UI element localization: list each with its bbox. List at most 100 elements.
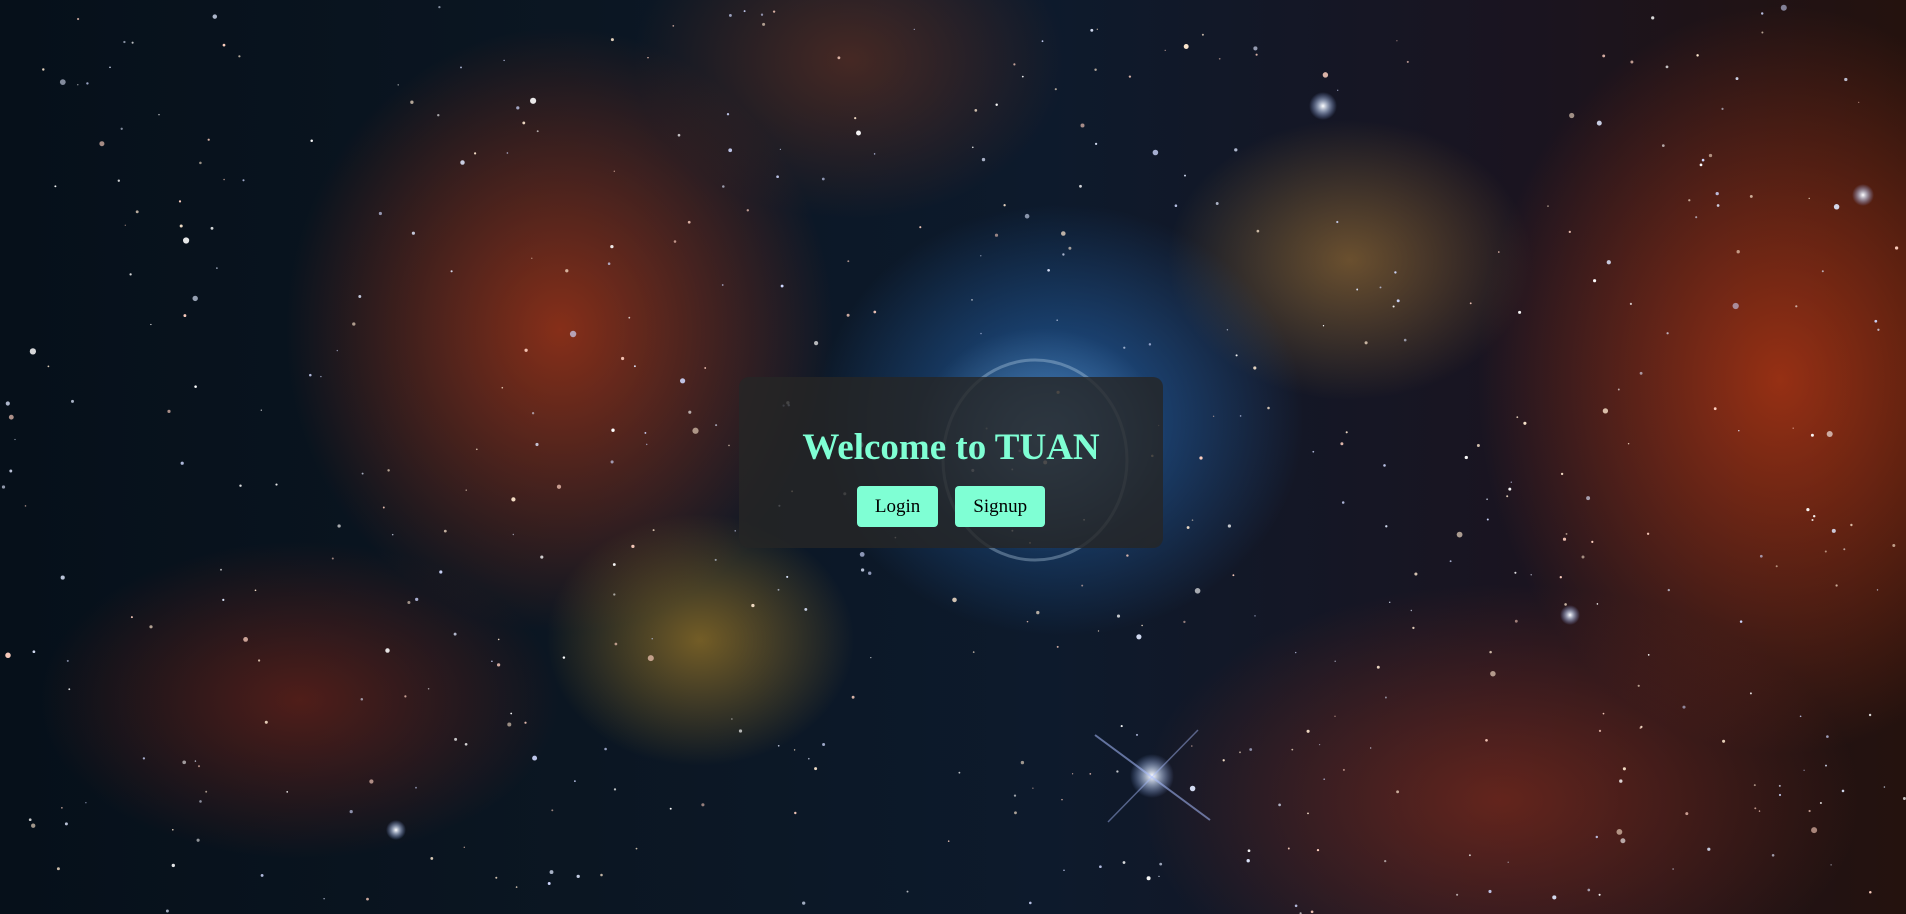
star: [1096, 28, 1098, 30]
star: [1581, 555, 1585, 559]
star: [1685, 812, 1689, 816]
star: [197, 765, 201, 768]
star: [475, 448, 478, 451]
star: [972, 651, 975, 653]
star: [430, 856, 434, 860]
star: [8, 414, 14, 420]
star: [497, 638, 500, 641]
star: [1029, 901, 1032, 905]
star: [242, 179, 245, 182]
star: [1569, 112, 1575, 119]
star: [1661, 144, 1665, 147]
star: [437, 114, 440, 117]
star: [612, 563, 616, 566]
star: [1183, 44, 1189, 49]
star: [556, 484, 562, 489]
star: [952, 597, 957, 603]
star: [814, 767, 818, 771]
star: [454, 737, 458, 741]
star: [1736, 250, 1740, 254]
login-button[interactable]: Login: [856, 486, 939, 527]
star: [199, 800, 202, 803]
star: [192, 295, 198, 302]
star: [1060, 231, 1066, 236]
star: [1749, 194, 1753, 198]
star: [216, 267, 218, 269]
star: [1617, 388, 1620, 391]
star: [450, 270, 453, 273]
star: [1249, 748, 1253, 751]
star: [604, 747, 607, 751]
star: [547, 882, 551, 885]
star: [652, 529, 655, 532]
star: [465, 489, 467, 491]
star: [1063, 869, 1065, 872]
star: [1323, 778, 1326, 781]
star: [243, 637, 249, 642]
star: [522, 121, 526, 125]
star: [1189, 785, 1196, 792]
star: [981, 157, 986, 162]
star: [1646, 532, 1650, 535]
star: [1666, 332, 1669, 335]
star: [621, 356, 625, 361]
star: [179, 224, 183, 228]
star: [628, 316, 631, 319]
star: [728, 444, 730, 447]
star: [1406, 60, 1409, 63]
star: [672, 25, 675, 27]
star: [1291, 748, 1294, 751]
star: [913, 28, 915, 31]
star: [1508, 487, 1512, 491]
star: [1412, 626, 1415, 630]
star: [47, 365, 50, 368]
star: [1547, 205, 1549, 207]
star: [1639, 371, 1643, 375]
star: [635, 847, 638, 850]
star: [183, 314, 187, 318]
bright-star: [1094, 729, 1211, 823]
star: [1565, 532, 1568, 535]
star: [1062, 253, 1065, 256]
star: [1141, 624, 1143, 627]
star: [947, 840, 950, 842]
star: [1739, 620, 1743, 623]
signup-button[interactable]: Signup: [955, 486, 1046, 527]
star: [846, 313, 850, 317]
star: [772, 10, 776, 13]
star: [1629, 302, 1632, 305]
star: [1256, 229, 1260, 233]
star: [1097, 630, 1100, 632]
star: [728, 148, 733, 153]
star: [1036, 610, 1040, 615]
star: [576, 874, 580, 879]
star: [1722, 739, 1726, 743]
star: [1356, 288, 1359, 291]
star: [1384, 859, 1387, 863]
star: [1562, 537, 1567, 541]
star: [1799, 715, 1802, 718]
star: [1310, 910, 1314, 914]
star: [516, 106, 520, 110]
star: [1469, 302, 1472, 305]
star: [1384, 696, 1387, 699]
star: [1808, 809, 1811, 813]
star: [1596, 120, 1602, 126]
star: [1199, 456, 1203, 460]
star: [254, 589, 257, 592]
star: [1806, 507, 1810, 512]
star: [1627, 442, 1630, 445]
star: [61, 807, 63, 809]
star: [1821, 270, 1824, 273]
star: [851, 695, 855, 699]
star: [182, 760, 187, 765]
star: [1640, 725, 1643, 729]
star: [1825, 764, 1827, 767]
star: [980, 332, 982, 335]
star: [569, 330, 577, 338]
star: [320, 375, 322, 378]
star: [1498, 251, 1500, 253]
star: [1811, 827, 1818, 834]
star: [1616, 828, 1623, 835]
star: [854, 116, 857, 120]
